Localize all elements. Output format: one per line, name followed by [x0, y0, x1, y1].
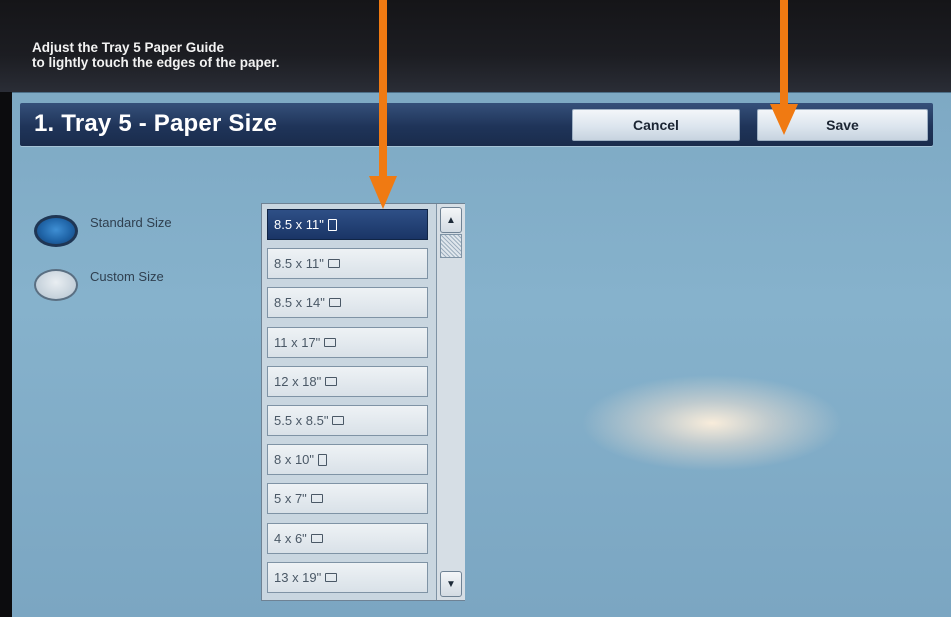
paper-size-item[interactable]: 8.5 x 11" — [267, 248, 428, 280]
paper-size-item[interactable]: 8 x 10" — [267, 444, 428, 476]
portrait-orientation-icon — [327, 218, 337, 231]
paper-size-item[interactable]: 4 x 6" — [267, 522, 428, 554]
scrollbar[interactable]: ▲ ▼ — [436, 204, 465, 600]
instruction-text: Adjust the Tray 5 Paper Guide to lightly… — [32, 40, 280, 70]
landscape-orientation-icon — [328, 298, 341, 308]
landscape-orientation-icon — [310, 533, 323, 543]
paper-size-item[interactable]: 5 x 7" — [267, 483, 428, 515]
triangle-up-icon: ▲ — [446, 214, 456, 226]
instruction-banner: Adjust the Tray 5 Paper Guide to lightly… — [0, 0, 951, 92]
landscape-orientation-icon — [325, 376, 338, 386]
cancel-button[interactable]: Cancel — [572, 109, 740, 141]
paper-size-label: 8.5 x 14" — [274, 295, 325, 311]
paper-size-label: 5 x 7" — [274, 491, 307, 507]
annotation-arrow-to-list — [369, 0, 397, 209]
paper-size-label: 11 x 17" — [274, 334, 321, 350]
standard-size-label: Standard Size — [90, 215, 172, 230]
landscape-orientation-icon — [325, 572, 338, 582]
paper-size-item[interactable]: 8.5 x 14" — [267, 287, 428, 319]
paper-size-label: 4 x 6" — [274, 530, 307, 546]
page-title: 1. Tray 5 - Paper Size — [34, 110, 278, 137]
landscape-orientation-icon — [310, 494, 323, 504]
scroll-thumb[interactable] — [440, 234, 462, 258]
paper-size-item[interactable]: 11 x 17" — [267, 326, 428, 358]
paper-size-item[interactable]: 12 x 18" — [267, 365, 428, 397]
landscape-orientation-icon — [332, 416, 345, 425]
paper-size-item[interactable]: 13 x 19" — [267, 561, 428, 593]
scroll-down-button[interactable]: ▼ — [440, 571, 462, 597]
paper-size-list: 8.5 x 11" 8.5 x 11" 8.5 x 14" 11 x 17" 12 x … — [261, 203, 465, 601]
triangle-down-icon: ▼ — [446, 578, 456, 590]
paper-size-label: 8.5 x 11" — [274, 217, 324, 232]
radio-button-selected[interactable] — [34, 215, 78, 247]
custom-size-label: Custom Size — [90, 269, 164, 284]
landscape-orientation-icon — [327, 259, 340, 269]
portrait-orientation-icon — [318, 453, 328, 466]
paper-size-items: 8.5 x 11" 8.5 x 11" 8.5 x 14" 11 x 17" 12 x … — [262, 204, 436, 600]
paper-size-label: 8.5 x 11" — [274, 256, 324, 272]
paper-size-label: 12 x 18" — [274, 373, 322, 389]
paper-size-label: 5.5 x 8.5" — [274, 413, 329, 428]
radio-button-unselected[interactable] — [34, 269, 78, 301]
annotation-arrow-to-save — [770, 0, 798, 135]
paper-size-label: 8 x 10" — [274, 452, 315, 468]
landscape-orientation-icon — [324, 337, 337, 347]
scroll-up-button[interactable]: ▲ — [440, 207, 462, 233]
paper-size-item[interactable]: 5.5 x 8.5" — [267, 405, 428, 436]
paper-size-item[interactable]: 8.5 x 11" — [267, 209, 428, 240]
touch-screen: 1. Tray 5 - Paper Size Cancel Save Stand… — [12, 92, 951, 617]
paper-size-label: 13 x 19" — [274, 569, 322, 585]
